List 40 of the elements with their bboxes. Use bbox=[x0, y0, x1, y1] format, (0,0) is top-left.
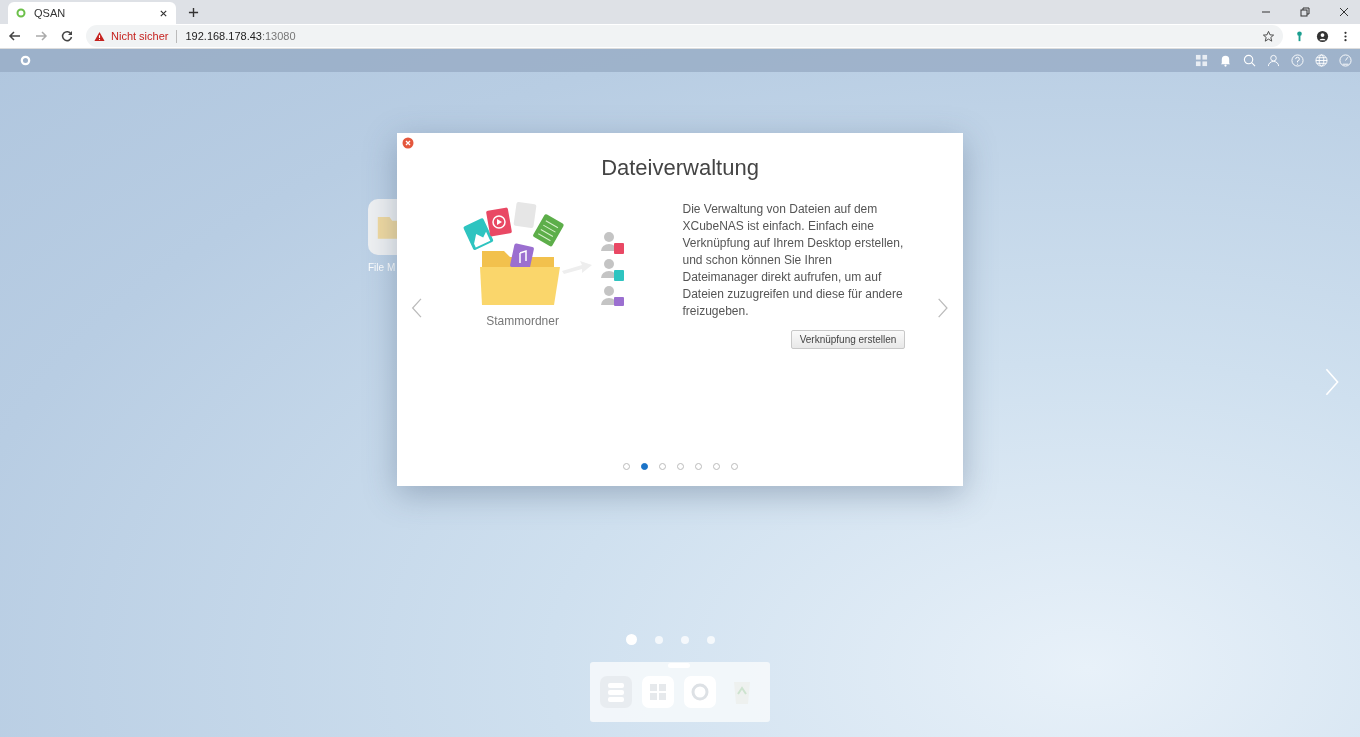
apps-grid-icon[interactable] bbox=[1195, 54, 1208, 67]
dock-handle[interactable] bbox=[668, 663, 690, 668]
description-text: Die Verwaltung von Dateien auf dem XCubeNAS ist einfach. Einfach eine Verknüpfung auf Ihrem Desktop erstellen, und schon können Sie Ihren Dateimanager direkt aufrufen, um auf Dateien zuzugreifen und diese für andere freizugeben. bbox=[682, 201, 905, 320]
user-icon[interactable] bbox=[1267, 54, 1280, 67]
url-text: 192.168.178.43:13080 bbox=[185, 30, 296, 42]
restore-icon[interactable] bbox=[1299, 6, 1311, 18]
dialog-title: Dateiverwaltung bbox=[600, 155, 760, 181]
gauge-icon[interactable] bbox=[1339, 54, 1352, 67]
profile-icon[interactable] bbox=[1316, 29, 1329, 43]
reload-icon[interactable] bbox=[60, 29, 74, 43]
previous-slide-icon[interactable] bbox=[411, 296, 423, 320]
create-shortcut-button[interactable]: Verknüpfung erstellen bbox=[790, 330, 906, 349]
browser-tab[interactable]: QSAN bbox=[8, 2, 176, 24]
page-indicator-dot[interactable] bbox=[626, 634, 637, 645]
globe-icon[interactable] bbox=[1315, 54, 1328, 67]
warning-icon bbox=[94, 30, 105, 42]
app-grid-icon[interactable] bbox=[642, 676, 674, 708]
page-indicator-dot[interactable] bbox=[681, 635, 689, 644]
page-indicator-dot[interactable] bbox=[655, 635, 663, 644]
close-icon[interactable] bbox=[402, 137, 414, 149]
forward-icon[interactable] bbox=[34, 29, 48, 43]
desktop-icon-label: File M bbox=[368, 262, 396, 273]
page-indicator-dot[interactable] bbox=[707, 635, 715, 644]
notification-bell-icon[interactable] bbox=[1219, 54, 1232, 67]
search-app-icon[interactable] bbox=[684, 676, 716, 708]
nas-logo-icon[interactable] bbox=[20, 55, 31, 66]
tab-title: QSAN bbox=[34, 7, 67, 19]
search-icon[interactable] bbox=[1243, 54, 1256, 67]
close-window-icon[interactable] bbox=[1338, 6, 1350, 18]
illustration-caption: Stammordner bbox=[486, 314, 559, 328]
security-label: Nicht sicher bbox=[111, 30, 169, 42]
new-tab-icon[interactable] bbox=[188, 7, 199, 18]
address-bar[interactable]: Nicht sicher 192.168.178.43:13080 bbox=[86, 25, 1283, 47]
close-tab-icon[interactable] bbox=[159, 8, 168, 18]
slide-indicator-dot[interactable] bbox=[640, 463, 648, 470]
star-icon[interactable] bbox=[1262, 29, 1275, 43]
help-icon[interactable] bbox=[1291, 54, 1304, 67]
site-logo-icon bbox=[16, 8, 26, 18]
next-slide-icon[interactable] bbox=[937, 296, 949, 320]
back-icon[interactable] bbox=[8, 29, 22, 43]
